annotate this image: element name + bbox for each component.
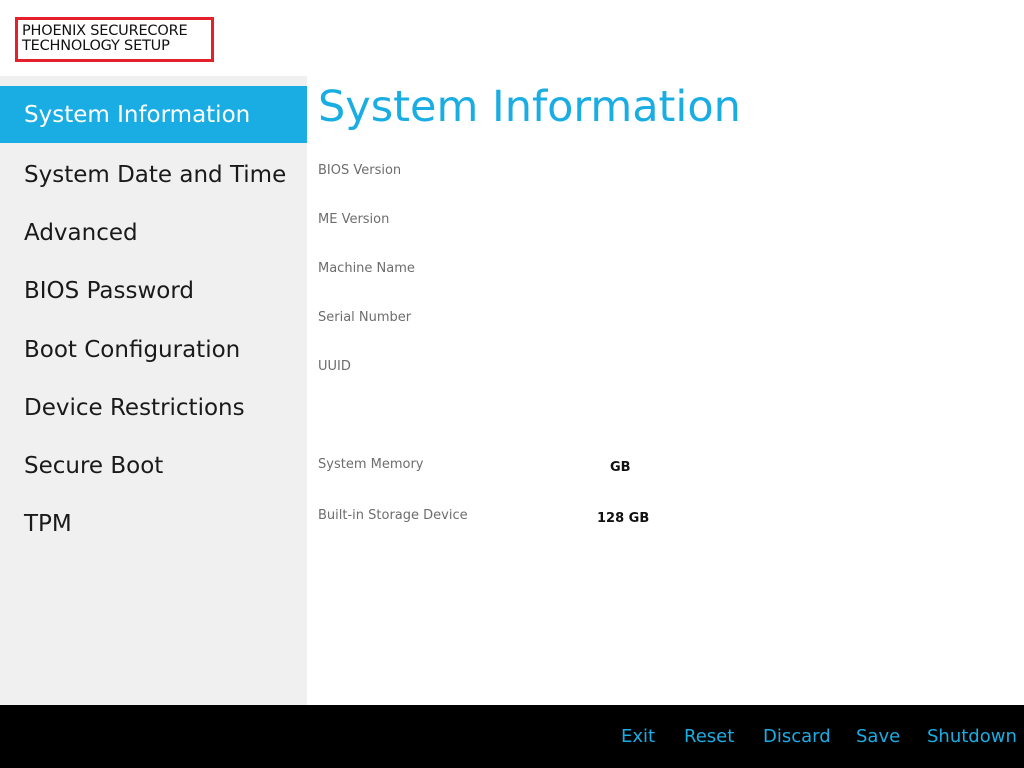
sidebar-item-label: TPM (24, 510, 72, 537)
me-version-label: ME Version (318, 212, 390, 227)
sidebar-item-tpm[interactable]: TPM (0, 495, 307, 552)
sidebar-item-device-restrictions[interactable]: Device Restrictions (0, 379, 307, 436)
sidebar-item-label: Secure Boot (24, 452, 164, 479)
logo-box: PHOENIX SECURECORE TECHNOLOGY SETUP (15, 17, 214, 62)
sidebar-item-secure-boot[interactable]: Secure Boot (0, 437, 307, 494)
page-title: System Information (318, 82, 741, 132)
logo-line-2: TECHNOLOGY SETUP (22, 38, 170, 54)
sidebar-item-label: System Date and Time (24, 161, 287, 188)
logo-text: PHOENIX SECURECORE TECHNOLOGY SETUP (22, 23, 188, 54)
sidebar-item-advanced[interactable]: Advanced (0, 204, 307, 261)
sidebar-item-label: Advanced (24, 219, 138, 246)
sidebar-item-system-information[interactable]: System Information (0, 86, 307, 143)
bios-version-label: BIOS Version (318, 163, 402, 178)
sidebar: System Information System Date and Time … (0, 76, 307, 705)
exit-button[interactable]: Exit (621, 725, 655, 749)
save-button[interactable]: Save (856, 725, 900, 749)
footer-bar: Exit Reset Discard Save Shutdown (0, 705, 1024, 768)
sidebar-item-label: System Information (24, 101, 251, 128)
storage-device-label: Built-in Storage Device (318, 508, 468, 523)
discard-button[interactable]: Discard (763, 725, 831, 749)
sidebar-item-label: BIOS Password (24, 277, 195, 304)
sidebar-item-label: Boot Configuration (24, 336, 241, 363)
logo-line-1: PHOENIX SECURECORE (22, 23, 188, 39)
machine-name-label: Machine Name (318, 261, 415, 276)
system-memory-value: GB (610, 460, 631, 475)
system-memory-label: System Memory (318, 457, 424, 472)
shutdown-button[interactable]: Shutdown (927, 725, 1017, 749)
serial-number-label: Serial Number (318, 310, 412, 325)
reset-button[interactable]: Reset (684, 725, 734, 749)
storage-device-value: 128 GB (597, 511, 650, 526)
sidebar-item-boot-configuration[interactable]: Boot Configuration (0, 321, 307, 378)
sidebar-item-bios-password[interactable]: BIOS Password (0, 262, 307, 319)
bios-setup-screen: PHOENIX SECURECORE TECHNOLOGY SETUP Syst… (0, 0, 1024, 768)
sidebar-item-label: Device Restrictions (24, 394, 245, 421)
uuid-label: UUID (318, 359, 351, 374)
sidebar-item-system-date-and-time[interactable]: System Date and Time (0, 146, 307, 203)
